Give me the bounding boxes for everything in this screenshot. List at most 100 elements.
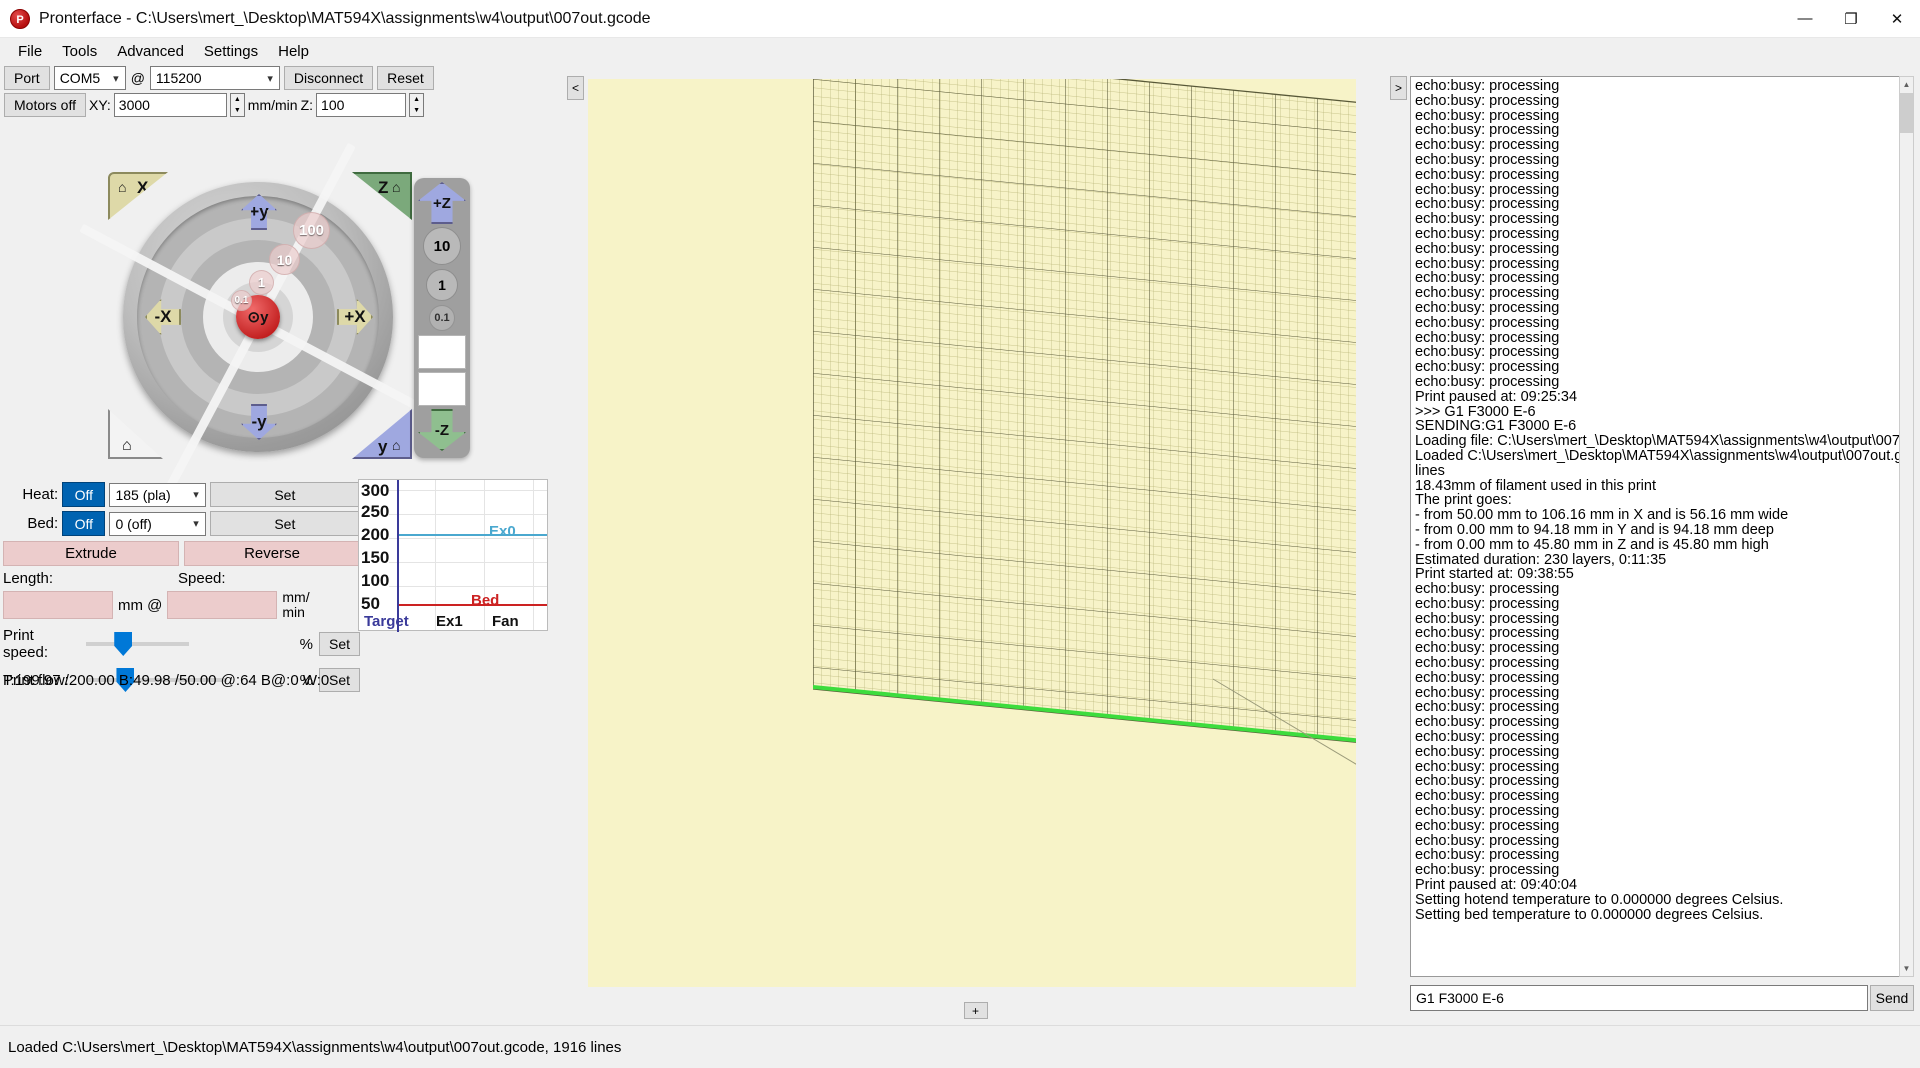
- z-feedrate-input[interactable]: 100: [316, 92, 407, 117]
- console-line: echo:busy: processing: [1415, 669, 1560, 686]
- print-speed-slider[interactable]: [86, 632, 189, 656]
- bed-preset-select[interactable]: 0 (off) ▾: [109, 511, 206, 536]
- length-speed-row: mm @ mm/ min: [0, 590, 360, 620]
- motors-off-button[interactable]: Motors off: [4, 92, 86, 117]
- reverse-button[interactable]: Reverse: [184, 541, 360, 566]
- command-input[interactable]: G1 F3000 E-6: [1410, 985, 1868, 1011]
- console-line: echo:busy: processing: [1415, 743, 1560, 760]
- console-line: lines: [1415, 462, 1445, 479]
- xy-feedrate-input[interactable]: 3000: [113, 92, 227, 117]
- control-panel: Port COM5 ▾ @ 115200 ▾ Disconnect Reset …: [0, 64, 563, 1025]
- console-line: echo:busy: processing: [1415, 211, 1560, 228]
- extrude-row: Extrude Reverse: [0, 541, 360, 566]
- graph-legend-fan: Fan: [492, 613, 519, 630]
- console-line: echo:busy: processing: [1415, 640, 1560, 657]
- console-line: echo:busy: processing: [1415, 758, 1560, 775]
- console-line: - from 0.00 mm to 94.18 mm in Y and is 9…: [1415, 521, 1774, 538]
- jog-control: ⊙y 100 10 1 0.1 +y -y +X -X ⌂ X Z ⌂ ⌂ y …: [79, 142, 437, 501]
- port-button[interactable]: Port: [4, 66, 50, 90]
- jog-step-0.1[interactable]: 0.1: [231, 290, 252, 311]
- window-title: Pronterface - C:\Users\mert_\Desktop\MAT…: [39, 9, 651, 27]
- temperature-graph: 300 250 200 150 100 50 Ex0 Bed Target Ex…: [358, 479, 548, 632]
- console-line: echo:busy: processing: [1415, 847, 1560, 864]
- console-line: 18.43mm of filament used in this print: [1415, 477, 1656, 494]
- console-line: Setting bed temperature to 0.000000 degr…: [1415, 906, 1764, 923]
- gcode-canvas[interactable]: [588, 79, 1356, 987]
- console-line: Setting hotend temperature to 0.000000 d…: [1415, 891, 1784, 908]
- send-row: G1 F3000 E-6 Send: [1410, 985, 1914, 1011]
- bed-row: Bed: Off 0 (off) ▾ Set: [0, 511, 360, 536]
- port-select[interactable]: COM5 ▾: [53, 66, 126, 90]
- console-line: echo:busy: processing: [1415, 255, 1560, 272]
- speed-label: Speed:: [178, 570, 226, 587]
- heat-row: Heat: Off 185 (pla) ▾ Set: [0, 482, 360, 507]
- menu-item-settings[interactable]: Settings: [194, 40, 268, 63]
- console-panel: > echo:busy: processing echo:busy: proces…: [1388, 64, 1920, 1025]
- bed-set-button[interactable]: Set: [209, 511, 360, 536]
- collapse-right-button[interactable]: >: [1390, 76, 1407, 100]
- collapse-left-button[interactable]: <: [567, 76, 584, 100]
- minimize-icon[interactable]: —: [1782, 0, 1828, 38]
- send-button[interactable]: Send: [1870, 985, 1914, 1011]
- length-input[interactable]: [3, 591, 113, 619]
- window-controls: — ❐ ✕: [1782, 0, 1920, 38]
- z-minus-button[interactable]: -Z: [418, 409, 466, 451]
- menu-item-help[interactable]: Help: [268, 40, 319, 63]
- home-icon: ⌂: [118, 179, 127, 195]
- heat-preset-select[interactable]: 185 (pla) ▾: [109, 482, 206, 507]
- print-speed-set-button[interactable]: Set: [318, 632, 360, 656]
- gcode-viewer[interactable]: < +: [563, 64, 1388, 1025]
- z-step-1[interactable]: 1: [426, 269, 458, 301]
- z-plus-button[interactable]: +Z: [418, 182, 466, 224]
- z-step-10[interactable]: 10: [423, 227, 461, 265]
- heat-set-button[interactable]: Set: [209, 482, 360, 507]
- home-x-button[interactable]: ⌂ X: [108, 172, 168, 220]
- mm-min-label: mm/ min: [282, 589, 310, 620]
- jog-step-100[interactable]: 100: [293, 212, 330, 249]
- home-y-button[interactable]: y ⌂: [352, 409, 412, 459]
- close-icon[interactable]: ✕: [1874, 0, 1920, 38]
- heat-label: Heat:: [22, 486, 59, 503]
- scrollbar-thumb[interactable]: [1900, 93, 1913, 133]
- console-log[interactable]: echo:busy: processing echo:busy: processi…: [1410, 76, 1914, 977]
- console-line: - from 50.00 mm to 106.16 mm in X and is…: [1415, 507, 1789, 524]
- console-line: echo:busy: processing: [1415, 832, 1560, 849]
- home-z-button[interactable]: Z ⌂: [352, 172, 412, 220]
- motors-row: Motors off XY: 3000 ▲ ▼ mm/min Z: 100 ▲ ▼: [0, 90, 563, 117]
- console-line: echo:busy: processing: [1415, 78, 1560, 94]
- chevron-down-icon: ▾: [267, 72, 273, 85]
- menu-item-file[interactable]: File: [8, 40, 52, 63]
- maximize-icon[interactable]: ❐: [1828, 0, 1874, 38]
- graph-ytick-200: 200: [361, 525, 390, 544]
- menu-bar: File Tools Advanced Settings Help: [0, 38, 1920, 64]
- console-line: >>> G1 F3000 E-6: [1415, 403, 1536, 420]
- home-all-button[interactable]: ⌂: [108, 409, 163, 459]
- xy-stepper[interactable]: ▲ ▼: [229, 92, 245, 117]
- console-scrollbar[interactable]: ▲ ▼: [1899, 76, 1914, 977]
- scroll-down-icon[interactable]: ▼: [1900, 961, 1913, 976]
- scroll-up-icon[interactable]: ▲: [1900, 77, 1913, 92]
- console-line: echo:busy: processing: [1415, 581, 1560, 598]
- z-step-0.1[interactable]: 0.1: [429, 305, 455, 331]
- heat-toggle-button[interactable]: Off: [62, 482, 106, 507]
- console-line: SENDING:G1 F3000 E-6: [1415, 418, 1577, 435]
- expand-bottom-button[interactable]: +: [963, 1002, 988, 1019]
- baud-value: 115200: [155, 70, 202, 86]
- bed-toggle-button[interactable]: Off: [62, 511, 106, 536]
- reset-button[interactable]: Reset: [377, 66, 434, 90]
- graph-series-ex0: [397, 534, 547, 536]
- console-line: echo:busy: processing: [1415, 803, 1560, 820]
- jog-step-10[interactable]: 10: [269, 244, 300, 275]
- z-stepper[interactable]: ▲ ▼: [409, 92, 425, 117]
- menu-item-tools[interactable]: Tools: [52, 40, 107, 63]
- menu-item-advanced[interactable]: Advanced: [107, 40, 194, 63]
- baud-select[interactable]: 115200 ▾: [149, 66, 280, 90]
- jog-step-1[interactable]: 1: [249, 270, 274, 295]
- disconnect-button[interactable]: Disconnect: [283, 66, 374, 90]
- home-icon: ⌂: [392, 437, 401, 453]
- console-line: echo:busy: processing: [1415, 240, 1560, 257]
- heat-section: Heat: Off 185 (pla) ▾ Set Bed: Off 0 (of…: [0, 482, 360, 692]
- extrude-button[interactable]: Extrude: [3, 541, 179, 566]
- speed-input[interactable]: [167, 591, 278, 619]
- z-label: Z:: [300, 96, 314, 113]
